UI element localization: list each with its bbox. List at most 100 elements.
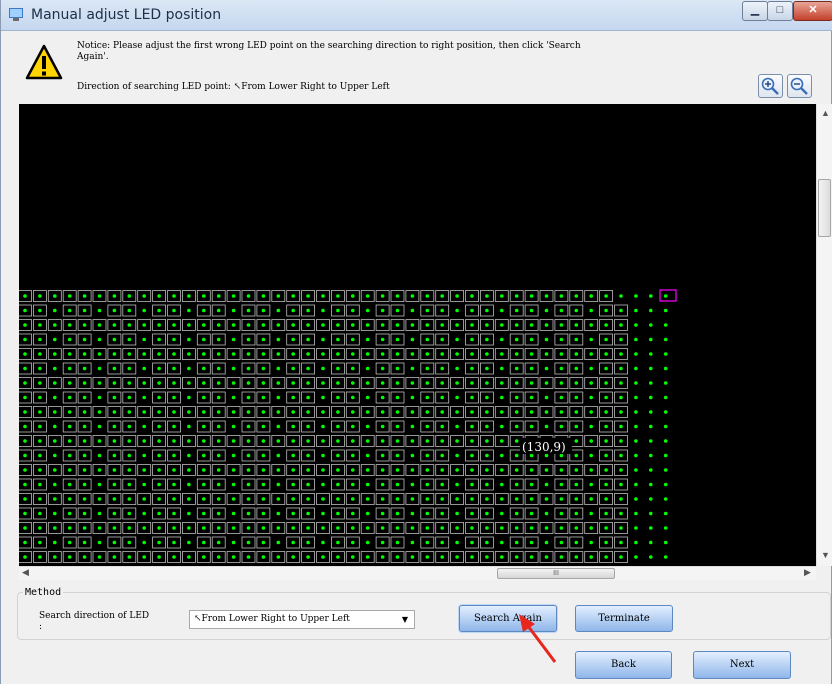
led-point[interactable]: [634, 511, 638, 516]
led-point[interactable]: [336, 555, 340, 559]
led-point[interactable]: [172, 366, 176, 371]
led-point[interactable]: [202, 381, 206, 385]
led-point[interactable]: [485, 395, 489, 400]
led-point[interactable]: [187, 439, 191, 443]
led-point[interactable]: [202, 453, 206, 458]
led-point[interactable]: [395, 337, 400, 342]
led-point[interactable]: [470, 410, 474, 414]
led-point[interactable]: [529, 555, 534, 559]
led-point[interactable]: [604, 294, 608, 298]
led-point[interactable]: [82, 424, 87, 429]
led-point[interactable]: [395, 468, 400, 472]
led-point[interactable]: [231, 439, 236, 443]
led-point[interactable]: [574, 468, 579, 472]
led-point[interactable]: [246, 497, 251, 501]
led-point[interactable]: [321, 352, 325, 356]
led-point[interactable]: [261, 453, 266, 458]
led-point[interactable]: [306, 381, 310, 385]
led-point[interactable]: [112, 540, 117, 545]
led-point[interactable]: [365, 366, 370, 371]
led-point[interactable]: [455, 453, 459, 458]
led-point[interactable]: [351, 555, 355, 559]
led-point[interactable]: [276, 323, 281, 327]
led-point[interactable]: [395, 352, 400, 356]
led-point[interactable]: [634, 352, 638, 356]
led-point[interactable]: [485, 294, 489, 298]
led-point[interactable]: [246, 511, 251, 516]
led-point[interactable]: [425, 366, 430, 371]
led-point[interactable]: [306, 410, 310, 414]
led-point[interactable]: [663, 323, 668, 327]
led-point[interactable]: [276, 497, 281, 501]
led-point[interactable]: [395, 410, 400, 414]
led-point[interactable]: [142, 410, 146, 414]
led-point[interactable]: [127, 526, 132, 530]
led-point[interactable]: [38, 540, 42, 545]
led-point[interactable]: [410, 439, 415, 443]
led-point[interactable]: [485, 424, 489, 429]
led-point[interactable]: [187, 497, 191, 501]
led-point[interactable]: [306, 555, 310, 559]
led-point[interactable]: [574, 482, 579, 487]
led-point[interactable]: [380, 526, 385, 530]
led-point[interactable]: [157, 381, 161, 385]
led-point[interactable]: [216, 511, 221, 516]
led-point[interactable]: [187, 308, 191, 313]
led-point[interactable]: [514, 323, 519, 327]
led-point[interactable]: [410, 395, 415, 400]
led-point[interactable]: [380, 381, 385, 385]
led-point[interactable]: [276, 395, 281, 400]
led-point[interactable]: [246, 352, 251, 356]
led-point[interactable]: [202, 482, 206, 487]
led-point[interactable]: [604, 482, 608, 487]
led-point[interactable]: [544, 308, 549, 313]
led-point[interactable]: [410, 453, 415, 458]
led-point[interactable]: [261, 308, 266, 313]
led-point[interactable]: [500, 424, 504, 429]
led-point[interactable]: [619, 439, 623, 443]
led-point[interactable]: [97, 526, 102, 530]
led-point[interactable]: [53, 352, 57, 356]
led-point[interactable]: [440, 323, 445, 327]
led-point[interactable]: [172, 381, 176, 385]
led-point[interactable]: [395, 381, 400, 385]
led-point[interactable]: [291, 395, 296, 400]
led-point[interactable]: [336, 468, 340, 472]
led-point[interactable]: [425, 424, 430, 429]
led-point[interactable]: [23, 424, 27, 429]
horizontal-scroll-thumb[interactable]: III: [497, 568, 615, 579]
led-point[interactable]: [380, 410, 385, 414]
led-point[interactable]: [663, 511, 668, 516]
led-point[interactable]: [365, 381, 370, 385]
led-point[interactable]: [291, 366, 296, 371]
led-point[interactable]: [306, 395, 310, 400]
led-point[interactable]: [529, 410, 534, 414]
led-point[interactable]: [157, 308, 161, 313]
led-point[interactable]: [82, 540, 87, 545]
led-point[interactable]: [529, 366, 534, 371]
led-point[interactable]: [455, 468, 459, 472]
led-point[interactable]: [38, 555, 42, 559]
led-point[interactable]: [127, 424, 132, 429]
selected-led-highlight[interactable]: [659, 289, 677, 302]
led-point[interactable]: [172, 555, 176, 559]
led-point[interactable]: [649, 511, 653, 516]
led-point[interactable]: [559, 294, 564, 298]
led-point[interactable]: [142, 526, 146, 530]
led-point[interactable]: [589, 424, 593, 429]
led-point[interactable]: [514, 468, 519, 472]
led-point[interactable]: [216, 410, 221, 414]
led-point[interactable]: [485, 526, 489, 530]
zoom-in-button[interactable]: [758, 74, 783, 98]
led-grid[interactable]: (130,9): [19, 104, 816, 566]
led-point[interactable]: [127, 511, 132, 516]
led-point[interactable]: [380, 294, 385, 298]
led-point[interactable]: [351, 482, 355, 487]
led-point[interactable]: [529, 424, 534, 429]
led-point[interactable]: [365, 337, 370, 342]
led-point[interactable]: [470, 366, 474, 371]
led-point[interactable]: [276, 439, 281, 443]
led-point[interactable]: [38, 366, 42, 371]
led-point[interactable]: [321, 439, 325, 443]
led-point[interactable]: [321, 294, 325, 298]
